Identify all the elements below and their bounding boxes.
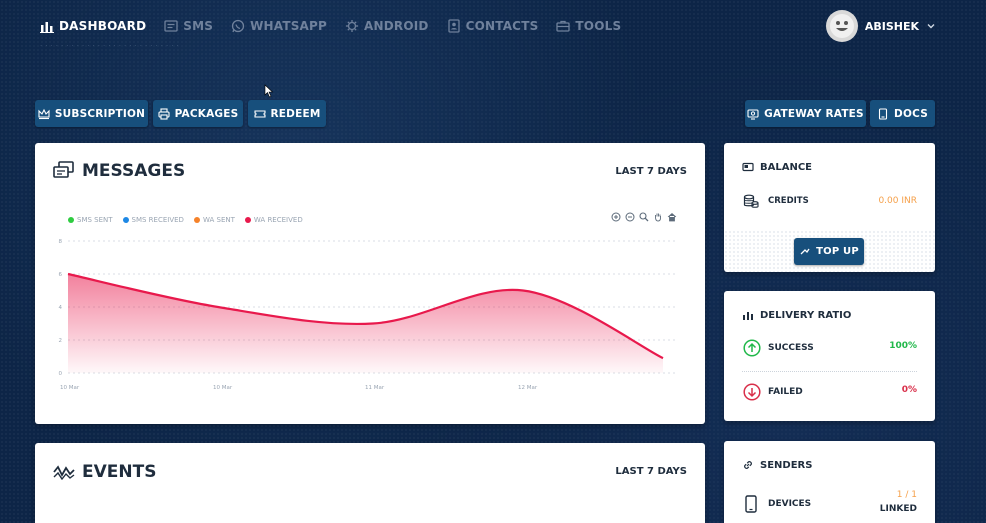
top-up-button[interactable]: TOP UP — [794, 238, 864, 265]
y-tick-label: 6 — [59, 272, 63, 278]
credits-label: CREDITS — [768, 196, 809, 206]
balance-title-text: BALANCE — [760, 161, 813, 173]
nav-sms[interactable]: SMS — [164, 19, 213, 33]
wallet-card-icon — [742, 162, 754, 172]
nav-tools-label: TOOLS — [575, 19, 622, 33]
contacts-icon — [447, 19, 461, 33]
avatar — [825, 10, 858, 42]
link-icon — [744, 461, 752, 469]
devices-count: 1 / 1 — [896, 490, 917, 500]
nav-android-label: ANDROID — [364, 19, 429, 33]
nav-tools[interactable]: TOOLS — [556, 19, 621, 33]
delivery-title: DELIVERY RATIO — [742, 309, 851, 321]
coins-stack-icon — [743, 194, 759, 208]
messages-card: MESSAGES LAST 7 DAYS SMS SENT SMS RECEIV… — [35, 143, 705, 424]
devices-status: LINKED — [879, 504, 917, 514]
x-tick-label: 12 Mar — [518, 385, 538, 391]
nav-contacts-label: CONTACTS — [465, 19, 539, 33]
nav-sms-label: SMS — [183, 19, 214, 33]
user-name: ABISHEK — [864, 19, 919, 33]
subscription-label: SUBSCRIPTION — [54, 107, 146, 120]
devices-label: DEVICES — [768, 499, 812, 509]
background-watermark-text: · · · · · · · · · · · · · · · · · · · · … — [40, 42, 180, 50]
sms-icon — [164, 19, 178, 33]
mouse-cursor-icon — [264, 84, 274, 98]
failed-value: 0% — [901, 385, 917, 395]
top-navigation: DASHBOARD SMS WHATSAPP ANDROID CONTACTS … — [40, 16, 621, 36]
x-tick-label: 10 Mar — [60, 385, 80, 391]
nav-dashboard[interactable]: DASHBOARD — [40, 19, 146, 33]
y-tick-label: 8 — [59, 239, 63, 245]
events-card: EVENTS LAST 7 DAYS — [35, 443, 705, 523]
nav-whatsapp-label: WHATSAPP — [250, 19, 328, 33]
delivery-title-text: DELIVERY RATIO — [760, 309, 852, 321]
events-period: LAST 7 DAYS — [615, 466, 687, 477]
document-icon — [878, 107, 888, 120]
packages-button[interactable]: PACKAGES — [153, 100, 243, 127]
activity-wave-icon — [53, 465, 75, 480]
arrow-down-circle-icon — [743, 383, 761, 401]
nav-contacts[interactable]: CONTACTS — [447, 19, 539, 33]
subscription-button[interactable]: SUBSCRIPTION — [35, 100, 148, 127]
ticket-icon — [253, 109, 266, 118]
docs-label: DOCS — [894, 107, 928, 120]
arrow-up-circle-icon — [743, 339, 761, 357]
gateway-rates-button[interactable]: GATEWAY RATES — [745, 100, 866, 127]
chevron-down-icon — [927, 24, 935, 29]
user-menu[interactable]: ABISHEK — [825, 10, 936, 42]
success-value: 100% — [889, 341, 917, 351]
gateway-rates-label: GATEWAY RATES — [764, 107, 864, 120]
bar-chart-icon — [40, 19, 54, 33]
toolbox-icon — [556, 19, 571, 33]
bar-chart-icon — [743, 312, 753, 320]
delivery-divider — [742, 371, 917, 372]
money-icon — [800, 248, 810, 254]
events-title: EVENTS — [53, 462, 156, 482]
senders-title: SENDERS — [742, 459, 812, 471]
x-tick-label: 10 Mar — [213, 385, 233, 391]
nav-whatsapp[interactable]: WHATSAPP — [231, 19, 327, 33]
printer-icon — [158, 107, 170, 120]
events-title-text: EVENTS — [82, 462, 157, 482]
balance-card: BALANCE CREDITS 0.00 INR TOP UP — [724, 143, 935, 272]
success-label: SUCCESS — [768, 343, 814, 353]
nav-android[interactable]: ANDROID — [345, 19, 429, 33]
delivery-ratio-card: DELIVERY RATIO SUCCESS 100% FAILED 0% — [724, 291, 935, 421]
mobile-device-icon — [745, 495, 757, 513]
messages-chart: 8 6 4 2 0 10 Mar 10 Mar 11 Mar 12 Mar — [59, 239, 678, 391]
crown-icon — [38, 108, 50, 119]
senders-title-text: SENDERS — [760, 459, 813, 471]
y-tick-label: 0 — [59, 371, 63, 377]
rates-icon — [747, 108, 759, 120]
failed-label: FAILED — [768, 387, 803, 397]
top-up-label: TOP UP — [816, 246, 859, 257]
nav-dashboard-label: DASHBOARD — [59, 19, 147, 33]
y-tick-label: 2 — [59, 338, 63, 344]
docs-button[interactable]: DOCS — [870, 100, 935, 127]
y-tick-label: 4 — [59, 305, 63, 311]
x-tick-label: 11 Mar — [365, 385, 385, 391]
whatsapp-icon — [231, 19, 245, 33]
redeem-label: REDEEM — [270, 107, 321, 120]
smiley-face-icon — [829, 14, 854, 38]
balance-title: BALANCE — [742, 161, 812, 173]
packages-label: PACKAGES — [174, 107, 239, 120]
senders-card: SENDERS DEVICES 1 / 1 LINKED — [724, 441, 935, 523]
credits-value: 0.00 INR — [878, 196, 917, 206]
android-icon — [345, 19, 359, 33]
redeem-button[interactable]: REDEEM — [248, 100, 326, 127]
